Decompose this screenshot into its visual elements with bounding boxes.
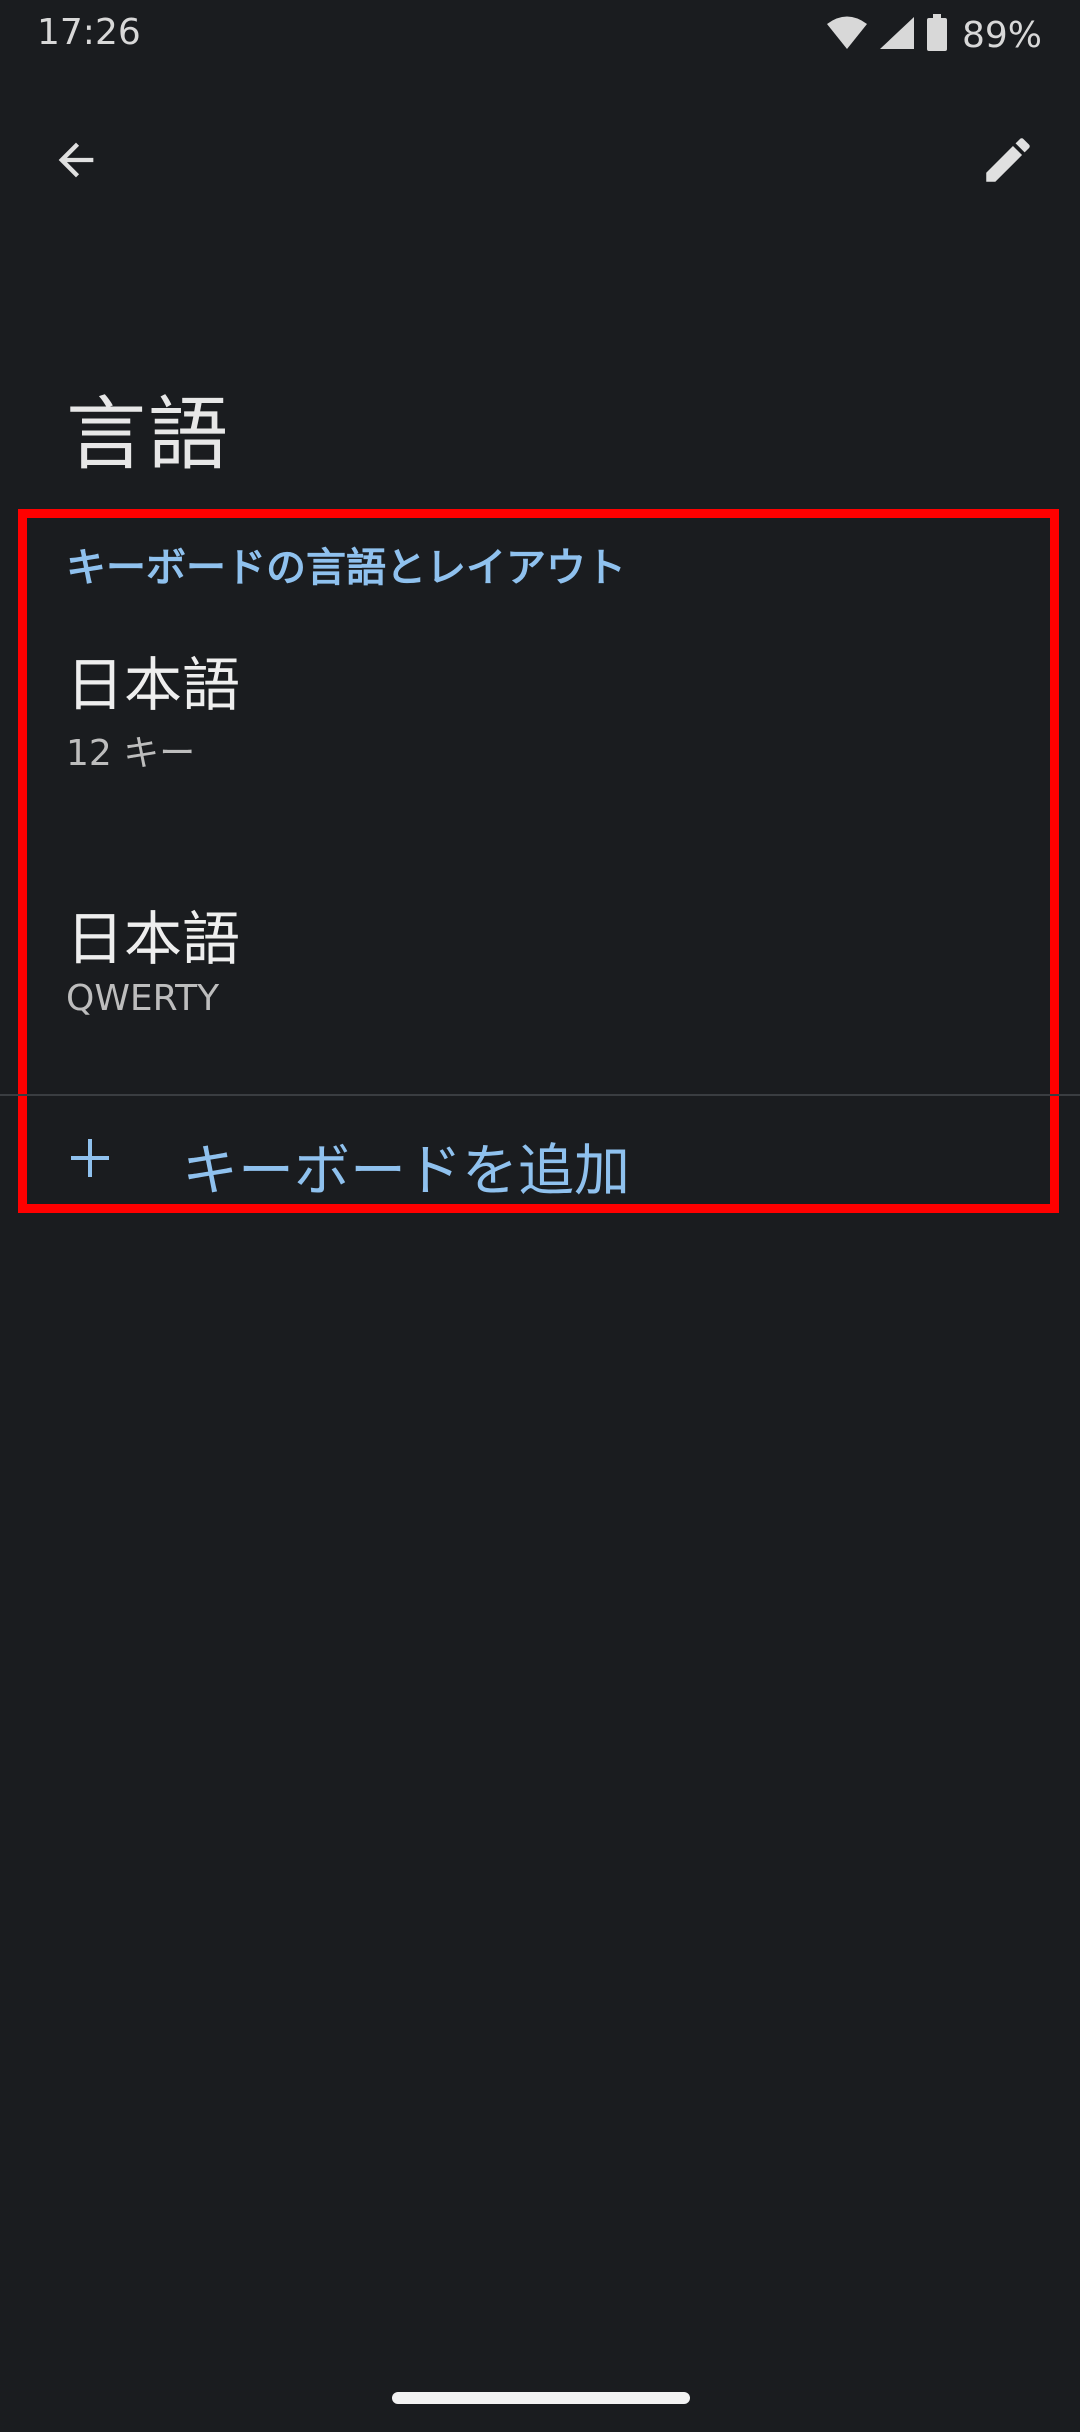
keyboard-item-japanese-qwerty[interactable]: 日本語 QWERTY (0, 892, 1080, 1112)
page-title: 言語 (66, 388, 230, 481)
edit-button[interactable] (962, 116, 1054, 208)
status-bar: 17:26 89% (0, 0, 1080, 72)
app-bar (0, 100, 1080, 220)
pencil-icon (979, 131, 1037, 193)
keyboard-item-title: 日本語 (66, 905, 241, 973)
status-time: 17:26 (37, 12, 141, 53)
wifi-icon (826, 15, 868, 55)
plus-icon (62, 1130, 118, 1186)
add-keyboard-button[interactable]: キーボードを追加 (0, 1110, 1080, 1220)
section-header: キーボードの言語とレイアウト (66, 545, 626, 591)
keyboard-item-title: 日本語 (66, 651, 241, 719)
status-icons: 89% (826, 14, 1042, 56)
keyboard-item-subtitle: 12 キー (66, 733, 196, 774)
signal-icon (878, 15, 916, 55)
back-button[interactable] (30, 116, 122, 208)
battery-icon (926, 14, 948, 56)
arrow-back-icon (50, 134, 102, 190)
keyboard-item-subtitle: QWERTY (66, 978, 220, 1019)
battery-percentage: 89% (961, 14, 1042, 56)
divider (0, 1094, 1080, 1096)
add-keyboard-label: キーボードを追加 (182, 1139, 630, 1204)
keyboard-item-japanese-12key[interactable]: 日本語 12 キー (0, 638, 1080, 858)
home-indicator[interactable] (392, 2392, 690, 2404)
